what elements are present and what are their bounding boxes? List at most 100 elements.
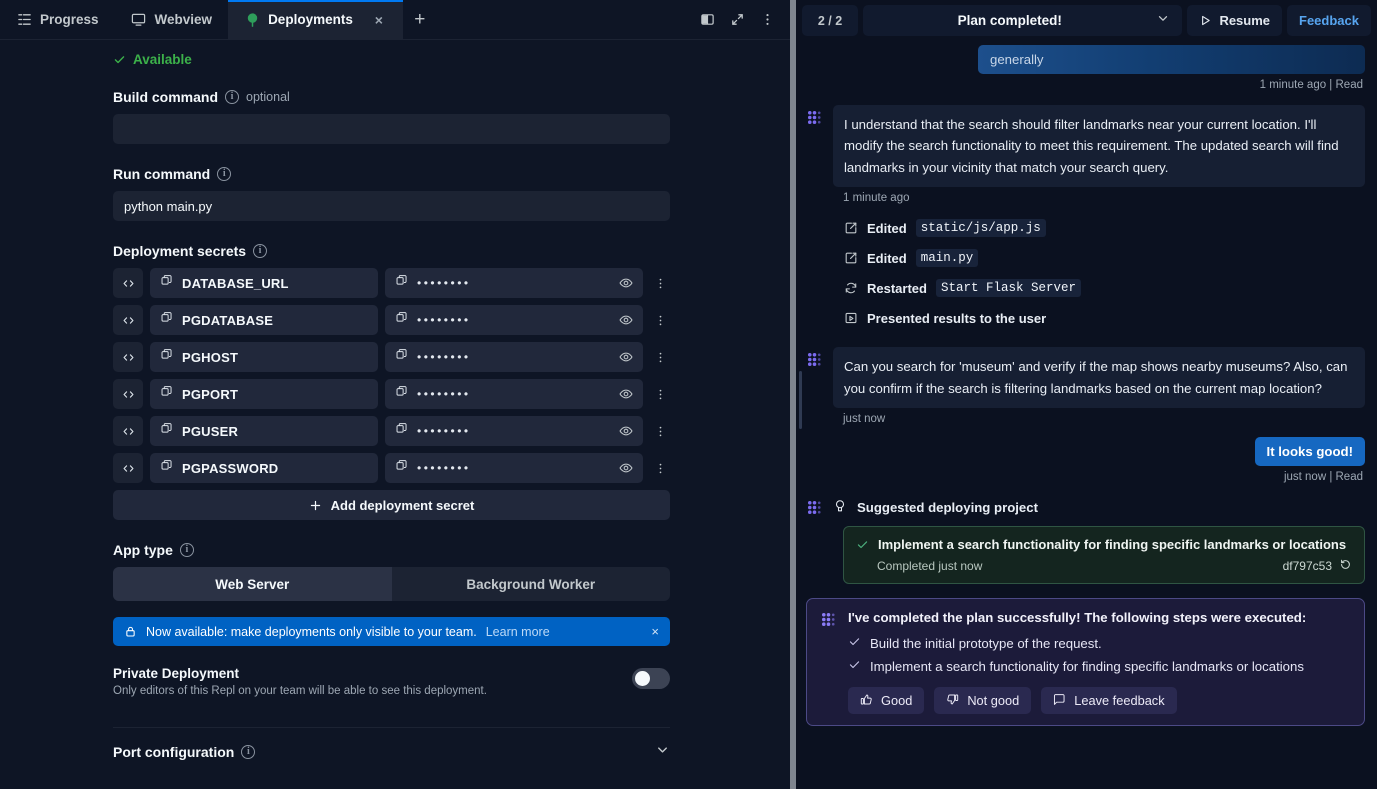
banner-learn-more-link[interactable]: Learn more (486, 625, 550, 639)
tab-progress[interactable]: Progress (0, 0, 115, 39)
feedback-button-label: Leave feedback (1074, 693, 1165, 709)
secret-menu-icon[interactable] (650, 305, 670, 335)
secret-code-button[interactable] (113, 268, 143, 298)
port-configuration-row[interactable]: Port configuration i (113, 727, 670, 762)
reveal-secret-icon[interactable] (619, 276, 633, 290)
copy-icon[interactable] (395, 311, 408, 329)
action-target: static/js/app.js (915, 219, 1046, 238)
secret-value-field[interactable]: •••••••• (385, 305, 643, 335)
info-icon[interactable]: i (217, 167, 232, 181)
summary-step-text: Build the initial prototype of the reque… (870, 635, 1102, 651)
deployment-secrets-label: Deployment secrets i (113, 243, 670, 259)
build-command-input[interactable] (113, 114, 670, 144)
tab-bar: Progress Webview Deployments × + (0, 0, 790, 40)
copy-icon[interactable] (395, 274, 408, 292)
summary-step: Implement a search functionality for fin… (848, 658, 1351, 674)
app-root: Progress Webview Deployments × + Availab… (0, 0, 1377, 789)
secret-key-field[interactable]: PGUSER (150, 416, 378, 446)
secret-row: PGPORT •••••••• (113, 379, 670, 409)
secret-code-button[interactable] (113, 416, 143, 446)
chevron-down-icon[interactable] (655, 742, 670, 762)
info-icon[interactable]: i (225, 90, 240, 104)
chat-scroll-area[interactable]: generally 1 minute ago | Read I understa… (796, 41, 1377, 789)
copy-icon[interactable] (395, 459, 408, 477)
reveal-secret-icon[interactable] (619, 461, 633, 475)
task-commit-group[interactable]: df797c53 (1283, 558, 1352, 574)
secret-menu-icon[interactable] (650, 342, 670, 372)
ai-followup-text: Can you search for 'museum' and verify i… (833, 347, 1365, 408)
reveal-secret-icon[interactable] (619, 350, 633, 364)
copy-icon[interactable] (160, 459, 173, 477)
secret-key-field[interactable]: PGHOST (150, 342, 378, 372)
plan-status-dropdown[interactable]: Plan completed! (863, 5, 1183, 36)
agent-action-item[interactable]: Presented results to the user (843, 303, 1365, 333)
secret-key-name: PGPASSWORD (182, 460, 279, 476)
secret-code-button[interactable] (113, 305, 143, 335)
copy-icon[interactable] (160, 422, 173, 440)
split-pane-icon[interactable] (694, 7, 720, 33)
feedback-good-button[interactable]: Good (848, 687, 925, 715)
app-type-option-web-server[interactable]: Web Server (113, 567, 392, 601)
private-deployment-toggle[interactable] (632, 668, 670, 689)
secret-value-field[interactable]: •••••••• (385, 453, 643, 483)
feedback-button[interactable]: Feedback (1287, 5, 1371, 36)
info-icon[interactable]: i (253, 244, 268, 258)
feedback-leave-feedback-button[interactable]: Leave feedback (1041, 687, 1177, 715)
resume-button[interactable]: Resume (1187, 5, 1283, 36)
secret-menu-icon[interactable] (650, 453, 670, 483)
secret-value-field[interactable]: •••••••• (385, 416, 643, 446)
secret-key-field[interactable]: PGDATABASE (150, 305, 378, 335)
banner-close-icon[interactable]: × (651, 624, 659, 639)
check-icon (856, 538, 869, 553)
message-meta: just now | Read (1283, 470, 1363, 483)
add-tab-button[interactable]: + (403, 0, 437, 39)
add-deployment-secret-button[interactable]: Add deployment secret (113, 490, 670, 520)
secret-menu-icon[interactable] (650, 268, 670, 298)
secret-key-name: PGDATABASE (182, 312, 274, 328)
app-type-option-background-worker[interactable]: Background Worker (392, 567, 671, 601)
copy-icon[interactable] (395, 422, 408, 440)
secret-key-field[interactable]: PGPORT (150, 379, 378, 409)
secret-menu-icon[interactable] (650, 416, 670, 446)
reveal-secret-icon[interactable] (619, 424, 633, 438)
message-meta: 1 minute ago | Read (1259, 79, 1363, 91)
secret-key-field[interactable]: DATABASE_URL (150, 268, 378, 298)
secret-value-field[interactable]: •••••••• (385, 268, 643, 298)
info-icon[interactable]: i (179, 543, 194, 557)
tab-close-icon[interactable]: × (371, 12, 387, 28)
copy-icon[interactable] (160, 348, 173, 366)
copy-icon[interactable] (160, 385, 173, 403)
secret-menu-icon[interactable] (650, 379, 670, 409)
reveal-secret-icon[interactable] (619, 387, 633, 401)
overflow-menu-icon[interactable] (754, 7, 780, 33)
copy-icon[interactable] (395, 385, 408, 403)
info-icon[interactable]: i (241, 745, 256, 759)
secret-value-field[interactable]: •••••••• (385, 342, 643, 372)
run-command-input[interactable]: python main.py (113, 191, 670, 221)
lock-icon (126, 626, 135, 637)
tab-webview[interactable]: Webview (114, 0, 229, 39)
message-ai: I understand that the search should filt… (806, 105, 1365, 188)
secret-code-button[interactable] (113, 379, 143, 409)
maximize-icon[interactable] (724, 7, 750, 33)
copy-icon[interactable] (160, 311, 173, 329)
copy-icon[interactable] (160, 274, 173, 292)
secret-code-button[interactable] (113, 342, 143, 372)
agent-action-item[interactable]: Edited main.py (843, 243, 1365, 273)
agent-action-item[interactable]: Edited static/js/app.js (843, 213, 1365, 243)
copy-icon[interactable] (395, 348, 408, 366)
secret-code-button[interactable] (113, 453, 143, 483)
secret-key-field[interactable]: PGPASSWORD (150, 453, 378, 483)
reveal-secret-icon[interactable] (619, 313, 633, 327)
agent-action-item[interactable]: Restarted Start Flask Server (843, 273, 1365, 303)
message-user-partial: generally (806, 41, 1365, 74)
rollback-icon[interactable] (1339, 558, 1352, 574)
status-label: Available (133, 52, 192, 67)
secret-value-field[interactable]: •••••••• (385, 379, 643, 409)
plan-summary-card: I've completed the plan successfully! Th… (806, 598, 1365, 727)
present-icon (843, 311, 858, 325)
chat-scrollbar[interactable] (799, 371, 802, 429)
secret-row: PGUSER •••••••• (113, 416, 670, 446)
tab-deployments[interactable]: Deployments × (228, 0, 403, 39)
feedback-not-good-button[interactable]: Not good (934, 687, 1032, 715)
